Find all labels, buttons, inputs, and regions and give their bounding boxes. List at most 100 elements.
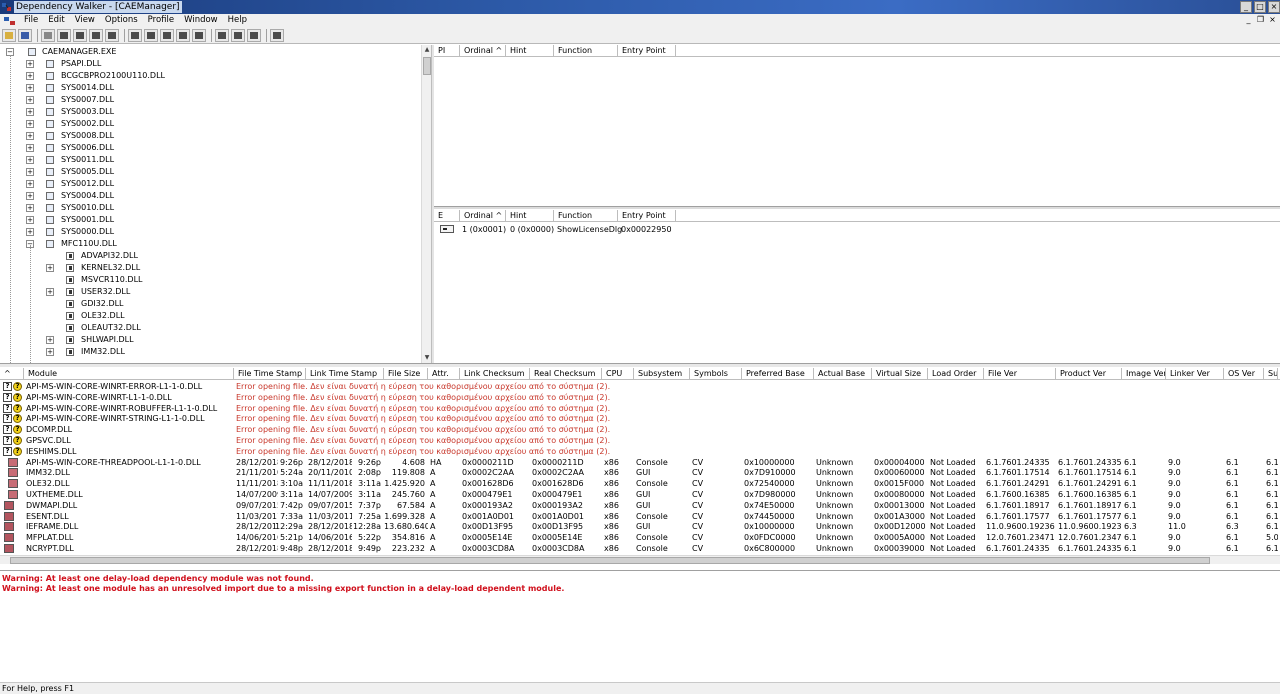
module-col-header[interactable]: File Time Stamp xyxy=(234,368,306,380)
expand-icon[interactable]: + xyxy=(26,72,34,80)
module-row[interactable]: API-MS-WIN-CORE-THREADPOOL-L1-1-0.DLL 28/… xyxy=(0,457,1280,468)
print-button[interactable] xyxy=(128,28,142,42)
full-paths-button[interactable] xyxy=(73,28,87,42)
module-row-error[interactable]: ?? API-MS-WIN-CORE-WINRT-ROBUFFER-L1-1-0.… xyxy=(0,403,1280,414)
module-list-hscrollbar[interactable] xyxy=(0,555,1280,564)
module-list[interactable]: ^ Module File Time Stamp Link Time Stamp Fil… xyxy=(0,368,1280,566)
cascade-button[interactable] xyxy=(215,28,229,42)
expand-icon[interactable]: + xyxy=(26,96,34,104)
module-col-header[interactable]: Preferred Base xyxy=(742,368,814,380)
module-dependency-tree[interactable]: − CAEMANAGER.EXE + PSAPI.DLL + BCGCBPRO2100… xyxy=(0,45,432,363)
tile-vertical-button[interactable] xyxy=(247,28,261,42)
module-row[interactable]: IMM32.DLL 21/11/2010 5:24a 20/11/2010 2:08p 1… xyxy=(0,467,1280,478)
col-pi[interactable]: PI xyxy=(434,45,460,57)
minimize-button[interactable]: _ xyxy=(1240,1,1252,13)
expand-icon[interactable]: + xyxy=(26,84,34,92)
refresh-button[interactable] xyxy=(176,28,190,42)
module-row-error[interactable]: ?? DCOMP.DLL Error opening file. Δεν είναι… xyxy=(0,424,1280,435)
log-view[interactable]: Warning: At least one delay-load depende… xyxy=(0,570,1280,680)
module-row[interactable]: ESENT.DLL 11/03/2011 7:33a 11/03/2011 7:25a 1… xyxy=(0,511,1280,522)
module-row[interactable]: IEFRAME.DLL 28/12/2018 12:29a 28/12/2018 12:… xyxy=(0,521,1280,532)
module-col-header[interactable]: Link Checksum xyxy=(460,368,530,380)
module-row[interactable]: DWMAPI.DLL 09/07/2015 7:42p 09/07/2015 7:37p… xyxy=(0,500,1280,511)
stop-button[interactable] xyxy=(192,28,206,42)
module-col-header[interactable]: Load Order xyxy=(928,368,984,380)
module-col-header[interactable]: Linker Ver xyxy=(1166,368,1224,380)
menu-help[interactable]: Help xyxy=(223,14,252,27)
menu-file[interactable]: File xyxy=(19,14,43,27)
module-row-error[interactable]: ?? API-MS-WIN-CORE-WINRT-ERROR-L1-1-0.DLL… xyxy=(0,381,1280,392)
module-row-error[interactable]: ?? GPSVC.DLL Error opening file. Δεν είναι… xyxy=(0,435,1280,446)
undecorate-button[interactable] xyxy=(89,28,103,42)
copy-button[interactable] xyxy=(57,28,71,42)
exports-panel[interactable]: E Ordinal ^ Hint Function Entry Point 1 … xyxy=(434,210,1280,363)
expand-icon[interactable]: + xyxy=(46,288,54,296)
mdi-minimize-button[interactable]: _ xyxy=(1243,15,1254,25)
module-col-header[interactable]: CPU xyxy=(602,368,634,380)
unique-modules-button[interactable] xyxy=(105,28,119,42)
module-col-header[interactable]: Image Ver xyxy=(1122,368,1166,380)
expand-icon[interactable]: + xyxy=(46,348,54,356)
expand-icon[interactable]: + xyxy=(26,192,34,200)
col-hint[interactable]: Hint xyxy=(506,210,554,222)
module-col-header[interactable]: Link Time Stamp xyxy=(306,368,384,380)
module-col-header[interactable]: Su xyxy=(1264,368,1278,380)
scroll-up-icon[interactable]: ▲ xyxy=(422,45,431,55)
horizontal-splitter[interactable] xyxy=(434,206,1280,209)
export-row[interactable]: 1 (0x0001) 0 (0x0000) ShowLicenseDlg 0x0… xyxy=(434,224,1280,235)
expand-icon[interactable]: + xyxy=(26,180,34,188)
menu-window[interactable]: Window xyxy=(179,14,223,27)
expand-icon[interactable]: + xyxy=(26,144,34,152)
module-col-header[interactable]: OS Ver xyxy=(1224,368,1264,380)
close-button[interactable]: × xyxy=(1268,1,1280,13)
module-col-header[interactable]: Product Ver xyxy=(1056,368,1122,380)
menu-profile[interactable]: Profile xyxy=(143,14,179,27)
mdi-close-button[interactable]: × xyxy=(1267,15,1278,25)
col-ordinal[interactable]: Ordinal ^ xyxy=(460,210,506,222)
expand-icon[interactable]: + xyxy=(26,228,34,236)
expand-icon[interactable]: + xyxy=(26,108,34,116)
col-ordinal[interactable]: Ordinal ^ xyxy=(460,45,506,57)
module-row-error[interactable]: ?? API-MS-WIN-CORE-WINRT-L1-1-0.DLL Error … xyxy=(0,392,1280,403)
expand-icon[interactable]: + xyxy=(26,216,34,224)
col-e[interactable]: E xyxy=(434,210,460,222)
module-col-header[interactable]: Real Checksum xyxy=(530,368,602,380)
module-row-error[interactable]: ?? API-MS-WIN-CORE-WINRT-STRING-L1-1-0.DL… xyxy=(0,413,1280,424)
profile-button[interactable] xyxy=(160,28,174,42)
module-row[interactable]: UXTHEME.DLL 14/07/2009 3:11a 14/07/2009 3:11… xyxy=(0,489,1280,500)
module-row[interactable]: NCRYPT.DLL 28/12/2018 9:48p 28/12/2018 9:49p… xyxy=(0,543,1280,554)
module-col-header[interactable]: Virtual Size xyxy=(872,368,928,380)
menu-view[interactable]: View xyxy=(70,14,100,27)
col-hint[interactable]: Hint xyxy=(506,45,554,57)
module-col-header[interactable]: File Size xyxy=(384,368,428,380)
properties-button[interactable] xyxy=(144,28,158,42)
scroll-down-icon[interactable]: ▼ xyxy=(422,353,431,363)
module-col-header[interactable]: File Ver xyxy=(984,368,1056,380)
module-list-splitter[interactable] xyxy=(0,363,1280,367)
expand-icon[interactable]: + xyxy=(26,156,34,164)
col-entry-point[interactable]: Entry Point xyxy=(618,45,676,57)
module-col-header[interactable]: Subsystem xyxy=(634,368,690,380)
menu-edit[interactable]: Edit xyxy=(43,14,69,27)
maximize-button[interactable]: □ xyxy=(1254,1,1266,13)
scroll-thumb[interactable] xyxy=(423,57,431,75)
expand-icon[interactable]: + xyxy=(26,60,34,68)
open-button[interactable] xyxy=(2,28,16,42)
parent-imports-panel[interactable]: PI Ordinal ^ Hint Function Entry Point xyxy=(434,45,1280,206)
module-col-header[interactable]: Symbols xyxy=(690,368,742,380)
expand-icon[interactable]: + xyxy=(26,132,34,140)
col-function[interactable]: Function xyxy=(554,210,618,222)
module-col-header[interactable]: Attr. xyxy=(428,368,460,380)
expand-icon[interactable]: + xyxy=(26,120,34,128)
module-col-header[interactable]: Actual Base xyxy=(814,368,872,380)
expand-icon[interactable]: + xyxy=(46,264,54,272)
expand-icon[interactable]: + xyxy=(46,336,54,344)
mdi-restore-button[interactable]: ❐ xyxy=(1255,15,1266,25)
expand-icon[interactable]: + xyxy=(26,204,34,212)
expand-icon[interactable]: + xyxy=(26,168,34,176)
tree-scrollbar[interactable]: ▲ ▼ xyxy=(421,45,431,363)
col-function[interactable]: Function xyxy=(554,45,618,57)
module-row-error[interactable]: ?? IESHIMS.DLL Error opening file. Δεν είν… xyxy=(0,446,1280,457)
module-col-header[interactable]: ^ xyxy=(0,368,24,380)
col-entry-point[interactable]: Entry Point xyxy=(618,210,676,222)
